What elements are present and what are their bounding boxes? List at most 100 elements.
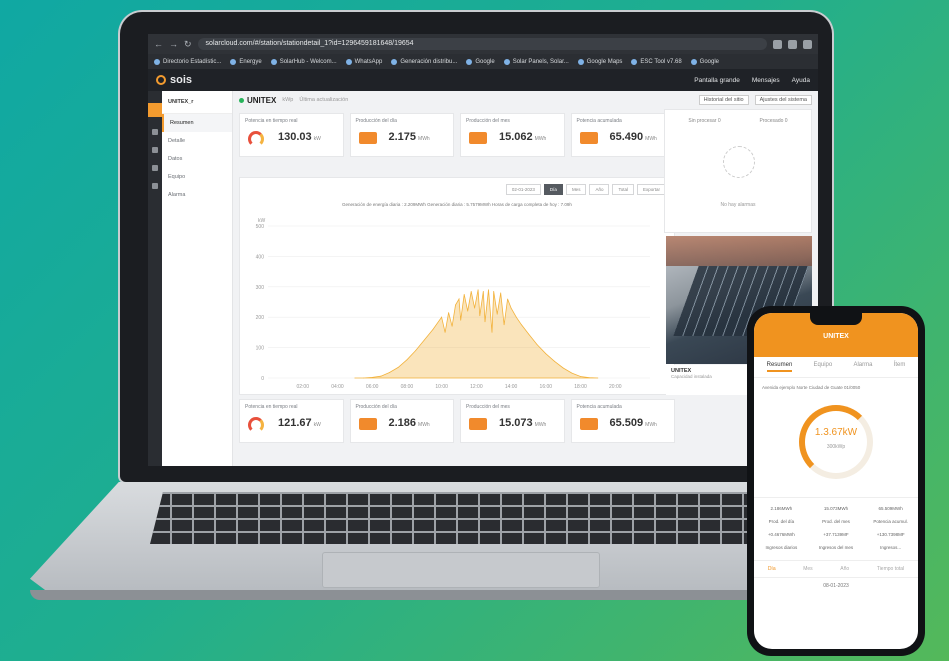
app-header: sois Pantalla grande Mensajes Ayuda [148, 69, 818, 91]
x-tick-label: 14:00 [505, 384, 518, 390]
data-point [380, 375, 382, 377]
x-tick-label: 10:00 [435, 384, 448, 390]
y-tick-label: 500 [256, 224, 265, 230]
phone-power-value: 1.3.67kW [814, 427, 858, 438]
power-chart-panel: 02-01-2023 Día Mes Año Total Exportar Ge… [239, 177, 675, 395]
alarm-icon[interactable] [152, 165, 158, 171]
device-icon[interactable] [152, 147, 158, 153]
data-point [363, 377, 364, 379]
phone-date-picker[interactable]: 08-01-2023 [754, 583, 918, 589]
bookmark[interactable]: Generación distribu... [391, 58, 457, 65]
phone-tab-equipo[interactable]: Equipo [814, 362, 833, 372]
fullscreen-link[interactable]: Pantalla grande [694, 77, 740, 84]
settings-icon[interactable] [152, 183, 158, 189]
app-logo[interactable]: sois [156, 74, 192, 86]
stack-icon [579, 418, 598, 430]
bookmark[interactable]: Google [466, 58, 495, 65]
bookmark-icon [503, 58, 510, 65]
tab-processed[interactable]: Procesado 0 [759, 118, 787, 124]
phone-tabs: Resumen Equipo Alarma Ítem [754, 357, 918, 378]
stat-label: Prod. del mes [822, 519, 850, 524]
star-icon[interactable] [788, 39, 797, 49]
main-content: UNITEX kWp Última actualización Historia… [233, 91, 818, 466]
bookmark-icon [577, 58, 584, 65]
data-point [536, 344, 538, 345]
phone-capacity: 300kWp [826, 444, 846, 450]
history-button[interactable]: Historial del sitio [698, 95, 749, 105]
phone-tab-resumen[interactable]: Resumen [766, 362, 793, 372]
bookmark[interactable]: Google Maps [577, 58, 622, 65]
data-point [515, 316, 517, 318]
x-tick-label: 04:00 [331, 384, 344, 390]
bookmark-icon [230, 58, 237, 65]
sidebar-item-detalle[interactable]: Detalle [162, 132, 232, 150]
address-bar[interactable]: solarcloud.com/#/station/stationdetail_1… [197, 38, 767, 50]
empty-state-icon [723, 146, 755, 178]
phone-range-total[interactable]: Tiempo total [877, 566, 904, 572]
bookmark[interactable]: Energye [230, 58, 262, 65]
bookmark-icon [345, 58, 352, 65]
sidebar: UNITEX_r Resumen Detalle Datos Equipo Al… [162, 91, 233, 466]
profile-icon[interactable] [803, 39, 812, 49]
y-tick-label: 300 [256, 285, 265, 291]
bookmark-icon [391, 58, 398, 65]
reload-icon[interactable]: ↻ [184, 39, 192, 50]
data-point [503, 324, 505, 326]
total-production-card: Potencia acumulada 65.509 MWh [570, 399, 675, 443]
data-point [415, 350, 416, 351]
data-point [474, 307, 475, 309]
stat-value: 15.073MWh [823, 506, 849, 511]
sidebar-item-alarma[interactable]: Alarma [162, 186, 232, 204]
phone-range-day[interactable]: Día [768, 566, 776, 572]
data-point [580, 376, 581, 377]
bookmark[interactable]: SolarHub - Welcom... [270, 58, 337, 65]
station-capacity: kWp [282, 97, 294, 103]
y-tick-label: 100 [256, 346, 265, 352]
report-icon[interactable] [152, 129, 158, 135]
phone-range-month[interactable]: Mes [803, 566, 812, 572]
settings-button[interactable]: Ajustes del sistema [754, 95, 812, 105]
y-tick-label: 400 [256, 254, 265, 260]
data-point [463, 294, 465, 295]
data-point [470, 291, 472, 292]
power-series-area [354, 289, 598, 379]
station-status: UNITEX [239, 96, 276, 105]
data-point [521, 324, 522, 326]
calendar-icon [469, 418, 487, 430]
plant-icon[interactable] [148, 103, 162, 117]
help-link[interactable]: Ayuda [792, 77, 810, 84]
forward-icon[interactable]: → [169, 39, 178, 49]
messages-link[interactable]: Mensajes [752, 77, 780, 84]
bookmark-icon [154, 58, 160, 65]
bookmark[interactable]: Solar Panels, Solar... [503, 58, 569, 65]
sidebar-item-datos[interactable]: Datos [162, 150, 232, 168]
phone-range-year[interactable]: Año [840, 566, 849, 572]
bookmark[interactable]: WhatsApp [345, 58, 382, 65]
tab-unprocessed[interactable]: Sin procesar 0 [688, 118, 720, 124]
no-alarms-text: No hay alarmas [720, 202, 756, 208]
power-chart: kW 010020030040050002:00 04:00 06:00 08:00 1… [256, 218, 650, 390]
x-tick-label: 08:00 [401, 384, 414, 390]
extension-icon[interactable] [773, 39, 782, 49]
phone-tab-alarma[interactable]: Alarma [853, 362, 872, 372]
stat-value: +37.7139MF [823, 532, 849, 537]
data-point [397, 367, 399, 368]
sidebar-station[interactable]: UNITEX_r [162, 91, 232, 114]
sidebar-item-resumen[interactable]: Resumen [162, 114, 232, 132]
kpi-cards-bottom: Potencia en tiempo real 121.67 kW Producci… [239, 399, 675, 443]
back-icon[interactable]: ← [154, 39, 163, 49]
data-point [507, 298, 508, 300]
x-tick-label: 16:00 [540, 384, 553, 390]
phone-tab-item[interactable]: Ítem [894, 362, 906, 372]
monthly-production-card: Producción del mes 15.073 MWh [460, 399, 565, 443]
bookmark[interactable]: Directorio Estadístic... [154, 58, 221, 65]
data-point [451, 325, 453, 327]
data-point [588, 377, 590, 379]
sidebar-item-equipo[interactable]: Equipo [162, 168, 232, 186]
phone-notch [810, 313, 862, 325]
gauge-icon [248, 131, 264, 147]
data-point [455, 304, 456, 306]
bookmark[interactable]: Google [690, 58, 719, 65]
bookmark[interactable]: ESC Tool v7.68 [631, 58, 682, 65]
data-point [354, 377, 356, 379]
